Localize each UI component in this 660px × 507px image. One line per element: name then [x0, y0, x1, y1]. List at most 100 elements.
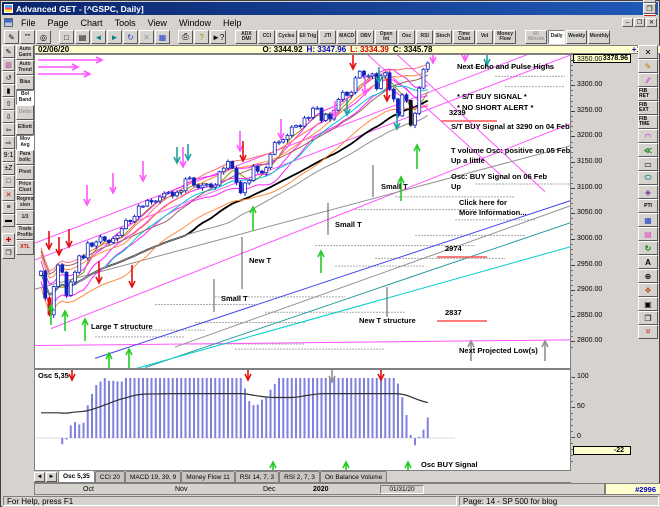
undo-icon[interactable]: U — [638, 325, 658, 339]
study-block-icon[interactable]: ▮ — [2, 84, 15, 97]
child-restore-button[interactable]: ❐ — [634, 18, 645, 27]
trendline-icon[interactable]: ∕∕ — [638, 73, 658, 87]
fib-retracement-icon[interactable]: FIB RET — [638, 87, 658, 101]
menu-window[interactable]: Window — [173, 17, 217, 29]
tab-on-balance-volume[interactable]: On Balance Volume — [320, 471, 387, 482]
draw-pencil-icon[interactable]: ✎ — [638, 59, 658, 73]
tag-icon[interactable]: ▬ — [2, 214, 15, 227]
study-button-ell-trig[interactable]: Ell Trig — [298, 30, 319, 44]
zoom-tool-icon[interactable]: ◎ — [36, 30, 51, 44]
timeframe-daily[interactable]: Daily — [548, 30, 565, 44]
menu-tools[interactable]: Tools — [109, 17, 142, 29]
horizontal-lines-icon[interactable]: ≡ — [2, 201, 15, 214]
tab-rsi-14-7-3[interactable]: RSI 14, 7, 3 — [235, 471, 279, 482]
study-button-vol[interactable]: Vol — [476, 30, 493, 44]
study-button-macd[interactable]: MACD — [337, 30, 356, 44]
study-button-rsi[interactable]: RSI — [416, 30, 433, 44]
study-button-osc[interactable]: Osc — [398, 30, 415, 44]
last-date-box[interactable]: 01/31/20 — [380, 485, 424, 494]
rectangle-icon[interactable]: ▭ — [638, 157, 658, 171]
context-help-icon[interactable]: ►? — [210, 30, 226, 44]
scroll-left-icon[interactable]: ⇦ — [2, 123, 15, 136]
next-page-icon[interactable]: ► — [107, 30, 122, 44]
pen-tool-icon[interactable]: ✎ — [4, 30, 19, 44]
paint-icon[interactable]: ❖ — [638, 283, 658, 297]
study-toggle-elliott[interactable]: Elliott — [16, 120, 34, 135]
menu-page[interactable]: Page — [42, 17, 75, 29]
menu-file[interactable]: File — [15, 17, 42, 29]
zoom-reset-icon[interactable]: ↺ — [2, 71, 15, 84]
zoom-in-icon[interactable]: ⊕ — [638, 269, 658, 283]
tab-cci-20[interactable]: CCI 20 — [95, 471, 125, 482]
more-information-link[interactable]: More Information... — [459, 208, 527, 217]
auto-run-icon[interactable]: ↻ — [638, 241, 658, 255]
pti-icon[interactable]: PTI — [638, 199, 658, 213]
gann-colors-icon[interactable]: ▨ — [2, 58, 15, 71]
print-icon[interactable]: ⎙ — [178, 30, 193, 44]
close-chart-icon[interactable]: ✕ — [638, 45, 658, 59]
study-toggle-pivot[interactable]: Pivot — [16, 165, 34, 180]
menu-chart[interactable]: Chart — [75, 17, 109, 29]
study-button-time-clust[interactable]: Time Clust — [453, 30, 475, 44]
tab-macd-19-39-9[interactable]: MACD 19, 39, 9 — [125, 471, 181, 482]
snapshot-icon[interactable]: ❐ — [2, 246, 15, 259]
study-button-cycles[interactable]: Cycles — [276, 30, 296, 44]
make-or-break-icon[interactable]: ◈ — [638, 185, 658, 199]
study-button-money-flow[interactable]: Money Flow — [494, 30, 516, 44]
study-button-cci[interactable]: CCI — [258, 30, 275, 44]
child-minimize-button[interactable]: – — [622, 18, 633, 27]
oscillator-canvas[interactable]: Osc BUY Signal — [35, 370, 570, 470]
study-toggle-mov-avg[interactable]: Mov Avg — [16, 135, 34, 150]
study-toggle-1-3[interactable]: 1/3 — [16, 210, 34, 225]
page-setup-icon[interactable]: ▦ — [155, 30, 170, 44]
frame-icon[interactable]: ▣ — [638, 297, 658, 311]
gann-circle-icon[interactable]: ◠ — [638, 129, 658, 143]
study-button-obv[interactable]: OBV — [357, 30, 374, 44]
fib-time-icon[interactable]: FIB TME — [638, 115, 658, 129]
child-close-button[interactable]: ✕ — [646, 18, 657, 27]
mob-stripes-icon[interactable]: ▤ — [638, 227, 658, 241]
tab-scroll-left[interactable]: ◄ — [34, 472, 45, 482]
help-icon[interactable]: ? — [194, 30, 209, 44]
study-toggle-trade-profile[interactable]: Trade Profile — [16, 225, 34, 240]
prev-page-icon[interactable]: ◄ — [91, 30, 106, 44]
study-button-stoch[interactable]: Stoch — [434, 30, 452, 44]
study-toggle-para-bolic[interactable]: Para bolic — [16, 150, 34, 165]
study-toggle-bol-band[interactable]: Bol Band — [16, 90, 34, 105]
scroll-down-icon[interactable]: ⇩ — [2, 110, 15, 123]
more-information-link[interactable]: Click here for — [459, 198, 507, 207]
menu-view[interactable]: View — [142, 17, 173, 29]
new-page-icon[interactable]: □ — [59, 30, 74, 44]
candlestick-chart-canvas[interactable]: 323929742837Next Echo and Pulse Highs* S… — [35, 55, 570, 368]
study-button-jti[interactable]: JTI — [319, 30, 336, 44]
elliott-waves-icon[interactable]: ≪ — [638, 143, 658, 157]
box-select-icon[interactable]: □ — [2, 175, 15, 188]
study-toggle-auto-trend[interactable]: Auto Trend — [16, 60, 34, 75]
study-toggle-regres-sion[interactable]: Regres sion — [16, 195, 34, 210]
tab-osc-5-35[interactable]: Osc 5,35 — [58, 470, 95, 482]
compress-bars-icon[interactable]: ±Z — [2, 162, 15, 175]
page-list-icon[interactable]: ▤ — [75, 30, 90, 44]
scroll-up-icon[interactable]: ⇧ — [2, 97, 15, 110]
study-toggle-bias[interactable]: Bias — [16, 75, 34, 90]
study-toggle-xtl[interactable]: XTL — [16, 240, 34, 255]
chart-area[interactable]: 323929742837Next Echo and Pulse Highs* S… — [34, 54, 571, 369]
delete-lines-icon[interactable]: ✕ — [2, 188, 15, 201]
oscillator-panel[interactable]: Osc BUY Signal Osc 5,35 — [34, 369, 571, 471]
title-bar[interactable]: Advanced GET - [^GSPC, Daily] –❐✕ — [2, 2, 658, 15]
timeframe-weekly[interactable]: Weekly — [566, 30, 587, 44]
draw-pen-icon[interactable]: ✎ — [2, 45, 15, 58]
add-study-icon[interactable]: ✚ — [2, 233, 15, 246]
quote-page-icon[interactable]: ”” — [20, 30, 35, 44]
grid-icon[interactable]: ▦ — [638, 213, 658, 227]
maximize-button[interactable]: ❐ — [643, 3, 656, 14]
tab-money-flow-11[interactable]: Money Flow 11 — [181, 471, 235, 482]
menu-help[interactable]: Help — [217, 17, 248, 29]
tab-scroll-right[interactable]: ► — [46, 472, 57, 482]
timeframe-monthly[interactable]: Monthly — [588, 30, 610, 44]
copy-icon[interactable]: ❐ — [638, 311, 658, 325]
ellipse-icon[interactable]: ⬭ — [638, 171, 658, 185]
study-button-adx-dmi[interactable]: ADX DMI — [235, 30, 257, 44]
fib-extension-icon[interactable]: FIB EXT — [638, 101, 658, 115]
study-button-open-int[interactable]: Open Int — [375, 30, 397, 44]
